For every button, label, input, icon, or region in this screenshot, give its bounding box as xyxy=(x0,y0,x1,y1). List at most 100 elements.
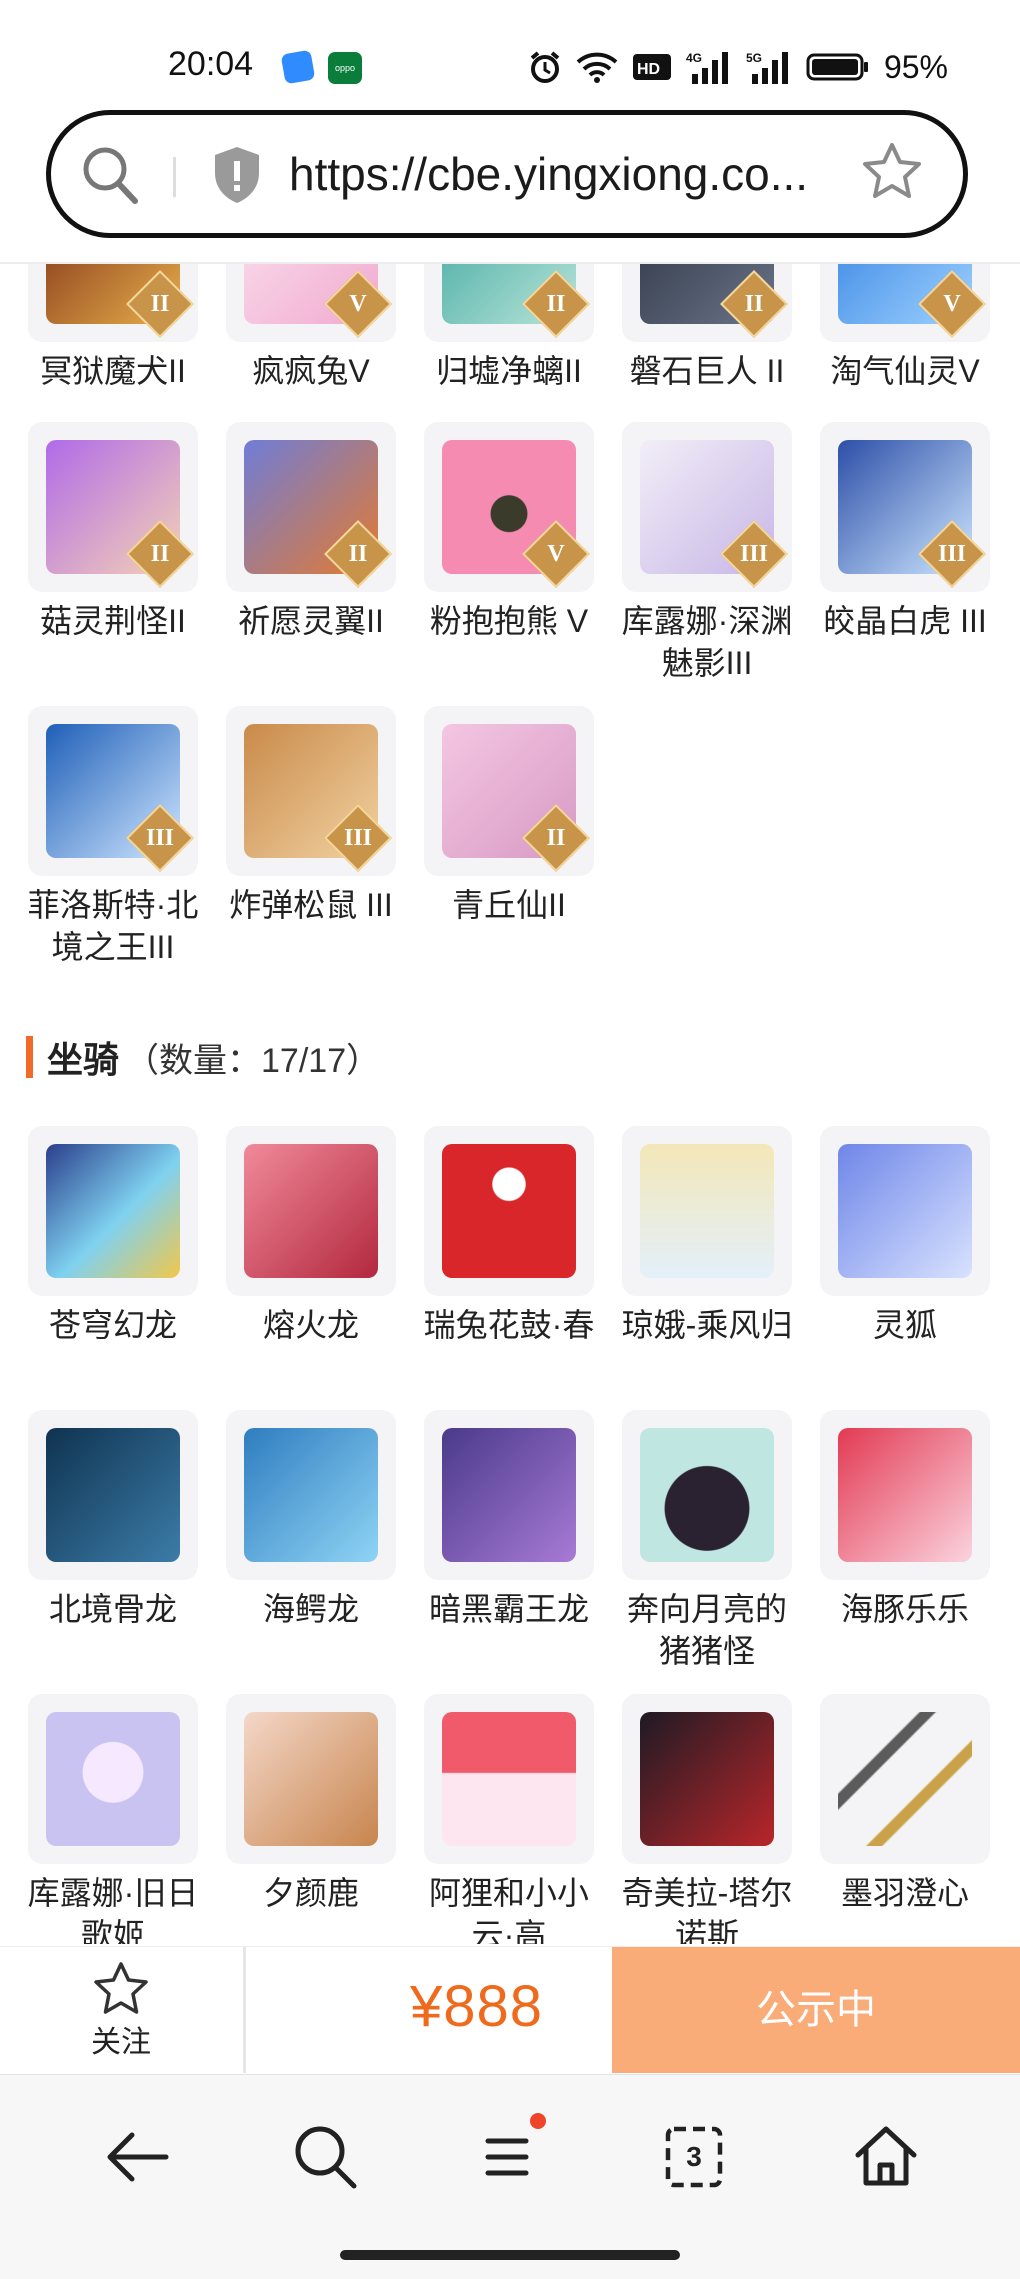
battery-icon xyxy=(806,53,868,81)
mount-card[interactable]: 熔火龙 xyxy=(226,1126,396,1346)
pet-name: 库露娜·深渊魅影III xyxy=(621,603,793,681)
pet-thumbnail[interactable]: II xyxy=(424,264,594,342)
pet-thumbnail[interactable]: II xyxy=(424,706,594,876)
pet-name: 菲洛斯特·北境之王III xyxy=(27,887,199,965)
mount-thumbnail[interactable] xyxy=(424,1694,594,1864)
mount-card[interactable]: 阿狸和小小云·高 xyxy=(424,1694,594,1944)
pet-card[interactable]: II 菇灵荆怪II xyxy=(28,422,198,642)
mount-card[interactable]: 暗黑霸王龙 xyxy=(424,1410,594,1630)
pet-name: 皎晶白虎 III xyxy=(823,603,987,639)
mount-name: 奔向月亮的猪猪怪 xyxy=(626,1591,787,1669)
mount-name: 熔火龙 xyxy=(262,1307,359,1343)
url-text[interactable]: https://cbe.yingxiong.co... xyxy=(289,147,859,201)
mount-card[interactable]: 琼娥-乘风归 xyxy=(622,1126,792,1346)
mount-thumbnail[interactable] xyxy=(28,1126,198,1296)
mount-card[interactable]: 北境骨龙 xyxy=(28,1410,198,1630)
mount-card[interactable]: 灵狐 xyxy=(820,1126,990,1346)
mount-image xyxy=(244,1428,378,1562)
menu-button[interactable] xyxy=(470,2113,550,2197)
mount-image xyxy=(244,1712,378,1846)
search-button[interactable] xyxy=(286,2117,366,2197)
mount-card[interactable]: 库露娜·旧日歌姬 xyxy=(28,1694,198,1944)
mount-card[interactable]: 奔向月亮的猪猪怪 xyxy=(622,1410,792,1672)
alarm-icon xyxy=(530,51,560,83)
mount-thumbnail[interactable] xyxy=(820,1126,990,1296)
mount-card[interactable]: 瑞兔花鼓·春 xyxy=(424,1126,594,1346)
tab-count: 3 xyxy=(686,2141,702,2172)
mount-card[interactable]: 奇美拉-塔尔诺斯 xyxy=(622,1694,792,1944)
wifi-icon xyxy=(576,52,618,83)
notification-dot xyxy=(530,2113,546,2129)
pet-thumbnail[interactable]: V xyxy=(424,422,594,592)
mount-thumbnail[interactable] xyxy=(226,1410,396,1580)
pet-card[interactable]: II 祈愿灵翼II xyxy=(226,422,396,642)
mount-image xyxy=(46,1144,180,1278)
status-time: 20:04 xyxy=(168,45,254,83)
svg-text:4G: 4G xyxy=(686,51,702,65)
pet-thumbnail[interactable]: III xyxy=(28,706,198,876)
pet-name: 青丘仙II xyxy=(452,887,566,923)
page-content[interactable]: II 冥狱魔犬II V 疯疯兔V II 归墟净螭II II 磐石巨人 II V … xyxy=(0,264,1020,1944)
pet-card[interactable]: V 淘气仙灵V xyxy=(820,264,990,392)
signal-5g-icon: 5G xyxy=(746,51,788,84)
pet-card[interactable]: V 粉抱抱熊 V xyxy=(424,422,594,642)
mount-thumbnail[interactable] xyxy=(226,1126,396,1296)
mount-name: 暗黑霸王龙 xyxy=(428,1591,589,1627)
pet-card[interactable]: V 疯疯兔V xyxy=(226,264,396,392)
pet-thumbnail[interactable]: V xyxy=(226,264,396,342)
mount-card[interactable]: 墨羽澄心 xyxy=(820,1694,990,1914)
pet-thumbnail[interactable]: V xyxy=(820,264,990,342)
pet-card[interactable]: III 炸弹松鼠 III xyxy=(226,706,396,926)
mount-card[interactable]: 海豚乐乐 xyxy=(820,1410,990,1630)
mount-image xyxy=(442,1712,576,1846)
pet-thumbnail[interactable]: III xyxy=(622,422,792,592)
mount-name: 苍穹幻龙 xyxy=(48,1307,177,1343)
follow-button[interactable]: 关注 xyxy=(0,1947,242,2073)
section-title: 坐骑 xyxy=(47,1039,120,1080)
pet-card[interactable]: III 库露娜·深渊魅影III xyxy=(622,422,792,684)
back-button[interactable] xyxy=(100,2117,180,2197)
mount-card[interactable]: 夕颜鹿 xyxy=(226,1694,396,1914)
mount-thumbnail[interactable] xyxy=(820,1694,990,1864)
pet-card[interactable]: III 皎晶白虎 III xyxy=(820,422,990,642)
mount-name: 瑞兔花鼓·春 xyxy=(423,1307,595,1343)
pet-thumbnail[interactable]: II xyxy=(622,264,792,342)
home-button[interactable] xyxy=(846,2117,926,2197)
tabs-button[interactable]: 3 xyxy=(664,2125,744,2205)
mount-thumbnail[interactable] xyxy=(226,1694,396,1864)
pet-card[interactable]: III 菲洛斯特·北境之王III xyxy=(28,706,198,968)
mount-name: 海鳄龙 xyxy=(262,1591,359,1627)
address-bar[interactable]: https://cbe.yingxiong.co... xyxy=(46,110,968,238)
search-icon[interactable] xyxy=(81,145,141,207)
pet-card[interactable]: II 青丘仙II xyxy=(424,706,594,926)
pet-thumbnail[interactable]: III xyxy=(820,422,990,592)
pet-card[interactable]: II 磐石巨人 II xyxy=(622,264,792,392)
mount-thumbnail[interactable] xyxy=(28,1410,198,1580)
back-arrow-icon xyxy=(107,2132,169,2182)
hd-icon: HD xyxy=(632,54,671,80)
shield-icon[interactable] xyxy=(211,145,263,205)
mount-thumbnail[interactable] xyxy=(820,1410,990,1580)
price: ¥888 xyxy=(410,1974,544,2039)
mount-thumbnail[interactable] xyxy=(622,1126,792,1296)
mount-card[interactable]: 苍穹幻龙 xyxy=(28,1126,198,1346)
home-indicator[interactable] xyxy=(340,2250,680,2260)
pet-thumbnail[interactable]: II xyxy=(226,422,396,592)
mount-thumbnail[interactable] xyxy=(28,1694,198,1864)
mount-card[interactable]: 海鳄龙 xyxy=(226,1410,396,1630)
mount-name: 库露娜·旧日歌姬 xyxy=(27,1875,199,1944)
mount-thumbnail[interactable] xyxy=(622,1410,792,1580)
mount-image xyxy=(838,1144,972,1278)
pet-thumbnail[interactable]: III xyxy=(226,706,396,876)
home-icon xyxy=(855,2126,917,2186)
pet-card[interactable]: II 冥狱魔犬II xyxy=(28,264,198,392)
mount-thumbnail[interactable] xyxy=(424,1126,594,1296)
bookmark-star-icon[interactable] xyxy=(861,141,923,203)
pet-thumbnail[interactable]: II xyxy=(28,264,198,342)
action-divider xyxy=(243,1947,246,2073)
mount-thumbnail[interactable] xyxy=(424,1410,594,1580)
mount-thumbnail[interactable] xyxy=(622,1694,792,1864)
publicity-status-button[interactable]: 公示中 xyxy=(612,1947,1020,2073)
pet-card[interactable]: II 归墟净螭II xyxy=(424,264,594,392)
pet-thumbnail[interactable]: II xyxy=(28,422,198,592)
